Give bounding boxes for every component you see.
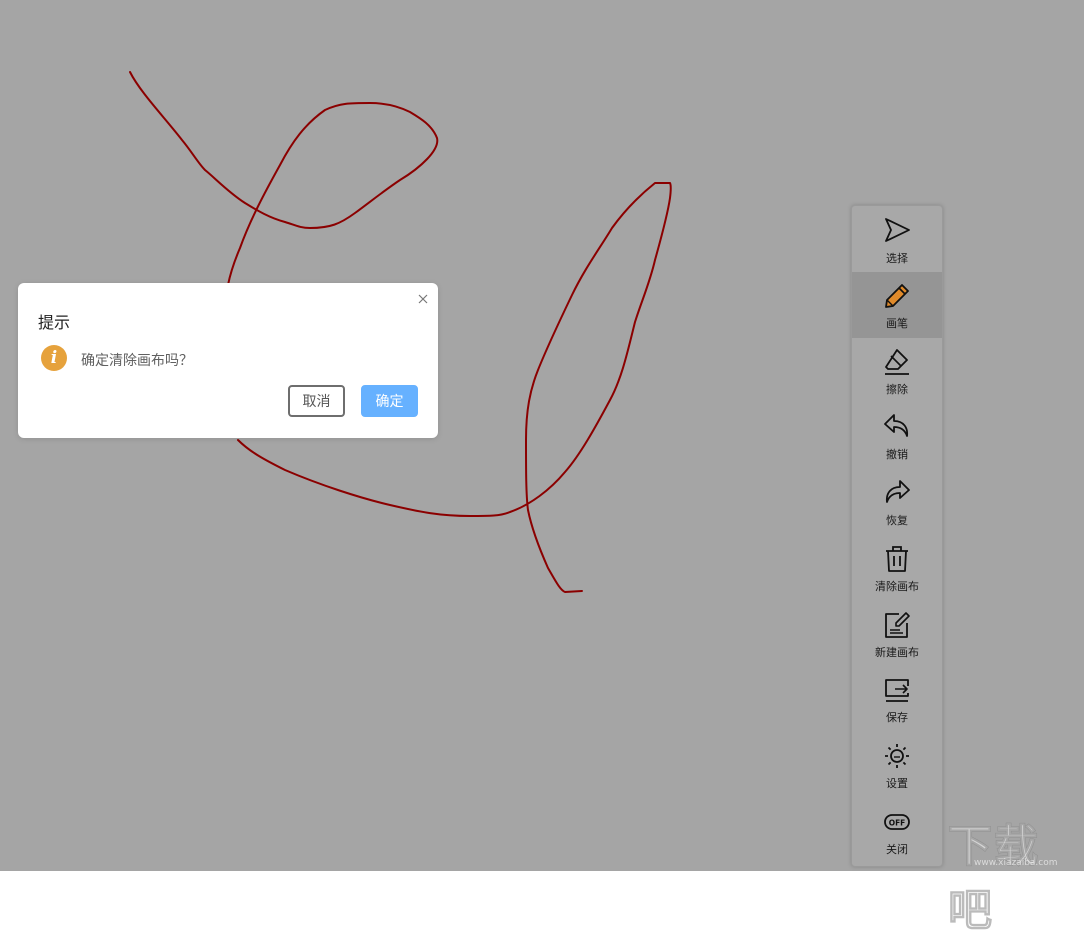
- new-canvas-icon: [883, 611, 911, 639]
- redo-icon: [883, 479, 911, 507]
- dialog-message: 确定清除画布吗？: [81, 353, 193, 369]
- dialog-title: 提示: [38, 313, 71, 332]
- tool-label: 撤销: [886, 448, 908, 461]
- confirm-dialog: 提示 i 确定清除画布吗？ 取消 确定: [18, 283, 438, 438]
- tool-undo[interactable]: 撤销: [852, 403, 942, 469]
- tool-save[interactable]: 保存: [852, 666, 942, 732]
- trash-icon: [883, 545, 911, 573]
- save-icon: [883, 676, 911, 704]
- settings-sun-icon: [883, 742, 911, 770]
- tool-label: 关闭: [886, 843, 908, 856]
- tool-label: 清除画布: [875, 580, 919, 593]
- pencil-icon: [883, 282, 911, 310]
- confirm-button[interactable]: 确定: [361, 385, 418, 417]
- tool-label: 设置: [886, 777, 908, 790]
- watermark-url: www.xiazaiba.com: [974, 858, 1058, 868]
- tool-eraser[interactable]: 擦除: [852, 338, 942, 404]
- svg-text:OFF: OFF: [889, 819, 906, 828]
- tool-pencil[interactable]: 画笔: [852, 272, 942, 338]
- close-icon[interactable]: [416, 291, 430, 305]
- tool-panel: 选择 画笔 擦除 撤销 恢复 清除画布 新建画布 保存 设置 OFF 关闭: [851, 205, 943, 867]
- undo-icon: [883, 413, 911, 441]
- tool-label: 保存: [886, 711, 908, 724]
- eraser-icon: [883, 348, 911, 376]
- tool-settings[interactable]: 设置: [852, 732, 942, 798]
- cursor-arrow-icon: [883, 217, 911, 245]
- watermark: 下载吧 www.xiazaiba.com: [944, 808, 1084, 937]
- tool-redo[interactable]: 恢复: [852, 469, 942, 535]
- tool-new-canvas[interactable]: 新建画布: [852, 601, 942, 667]
- tool-select[interactable]: 选择: [852, 207, 942, 273]
- tool-label: 画笔: [886, 317, 908, 330]
- tool-label: 擦除: [886, 383, 908, 396]
- tool-clear-canvas[interactable]: 清除画布: [852, 535, 942, 601]
- cancel-button[interactable]: 取消: [288, 385, 345, 417]
- stroke-loop: [129, 71, 439, 286]
- watermark-text: 下载吧: [948, 821, 1040, 937]
- tool-label: 新建画布: [875, 646, 919, 659]
- tool-label: 恢复: [886, 514, 908, 527]
- off-toggle-icon: OFF: [883, 808, 911, 836]
- tool-close[interactable]: OFF 关闭: [852, 798, 942, 864]
- tool-label: 选择: [886, 252, 908, 265]
- info-icon: i: [41, 345, 67, 371]
